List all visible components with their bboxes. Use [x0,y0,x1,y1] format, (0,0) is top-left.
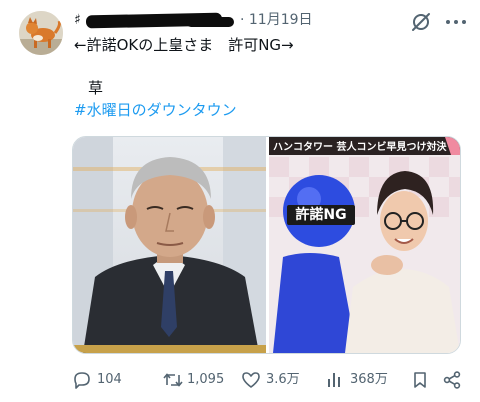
author-name[interactable]: ♯ [74,9,81,31]
retweet-button[interactable]: 1,095 [162,368,232,392]
grok-icon [412,13,430,31]
retweet-icon [163,373,183,387]
heart-icon [242,372,260,388]
grok-button[interactable] [410,11,432,33]
view-count: 368万 [350,372,388,387]
retweet-count: 1,095 [187,372,225,387]
show-banner-text: ハンコタワー 芸人コンビ早見つけ対決 [273,142,447,153]
elderly-man-photo [73,137,266,353]
media-image-left[interactable] [73,137,266,353]
bookmark-button[interactable] [410,368,430,392]
like-button[interactable]: 3.6万 [241,368,301,392]
avatar-image [19,11,63,55]
views-button[interactable]: 368万 [325,368,395,392]
share-icon [443,371,461,389]
like-count: 3.6万 [266,372,300,387]
redacted-handle [186,17,234,27]
avatar[interactable] [19,11,63,55]
action-bar: 104 1,095 3.6万 368万 [72,368,467,392]
ng-label: 許諾NG [287,205,355,225]
reply-button[interactable]: 104 [72,368,132,392]
media-grid: ハンコタワー 芸人コンビ早見つけ対決 許諾NG [72,136,461,354]
hashtag-link[interactable]: #水曜日のダウンタウン [74,100,237,120]
more-icon [446,20,466,24]
tweet-header: ♯ · 11月19日 [74,9,384,31]
tweet: ♯ · 11月19日 ←許諾OKの上皇さま 許可NG→ 草 #水曜日のダウンタウ… [0,0,480,402]
post-date[interactable]: · 11月19日 [240,9,313,31]
bookmark-icon [414,372,426,388]
views-icon [328,373,340,387]
reply-count: 104 [97,372,122,387]
reply-icon [74,372,90,389]
more-button[interactable] [443,11,469,33]
tv-show-photo [269,137,460,353]
post-text-line-1: ←許諾OKの上皇さま 許可NG→ [74,36,294,54]
media-image-right[interactable]: ハンコタワー 芸人コンビ早見つけ対決 許諾NG [269,137,460,353]
post-text-line-2: 草 [88,79,104,97]
share-button[interactable] [442,368,464,392]
